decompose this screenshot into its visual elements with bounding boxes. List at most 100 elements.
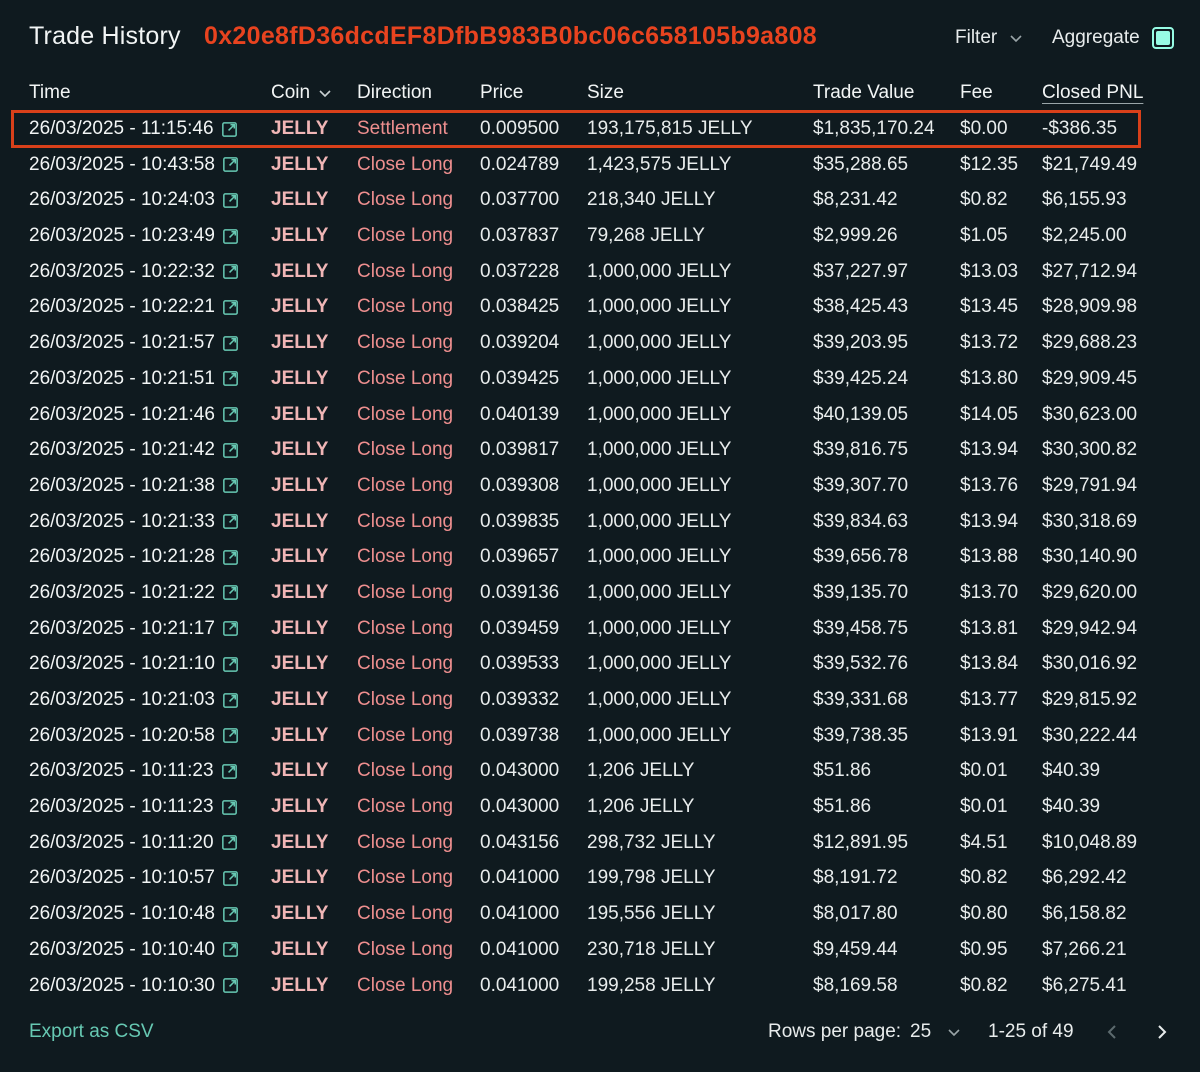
external-link-icon[interactable]: [220, 120, 239, 139]
external-link-icon[interactable]: [221, 940, 240, 959]
trade-coin[interactable]: JELLY: [271, 439, 328, 461]
external-link-icon[interactable]: [221, 155, 240, 174]
trade-coin[interactable]: JELLY: [271, 939, 328, 961]
external-link-icon[interactable]: [220, 798, 239, 817]
trade-time: 26/03/2025 - 10:23:49: [29, 225, 215, 247]
external-link-icon[interactable]: [220, 762, 239, 781]
trade-size: 1,000,000 JELLY: [587, 618, 731, 640]
column-header-closed-pnl[interactable]: Closed PNL: [1042, 82, 1143, 104]
trade-coin[interactable]: JELLY: [271, 618, 328, 640]
trade-coin[interactable]: JELLY: [271, 796, 328, 818]
trade-size: 1,000,000 JELLY: [587, 725, 731, 747]
trade-coin[interactable]: JELLY: [271, 725, 328, 747]
external-link-icon[interactable]: [221, 976, 240, 995]
external-link-icon[interactable]: [221, 441, 240, 460]
trade-fee: $0.00: [960, 118, 1008, 140]
external-link-icon[interactable]: [221, 334, 240, 353]
column-header-trade-value: Trade Value: [813, 82, 914, 104]
trade-fee: $0.80: [960, 903, 1008, 925]
trade-price: 0.037228: [480, 261, 559, 283]
external-link-icon[interactable]: [221, 619, 240, 638]
trade-value: $51.86: [813, 796, 871, 818]
trade-time-cell: 26/03/2025 - 10:21:38: [29, 475, 240, 497]
column-header-coin[interactable]: Coin: [271, 82, 332, 104]
trade-coin[interactable]: JELLY: [271, 582, 328, 604]
trade-direction: Close Long: [357, 903, 453, 925]
external-link-icon[interactable]: [221, 405, 240, 424]
external-link-icon[interactable]: [221, 905, 240, 924]
filter-dropdown[interactable]: Filter: [955, 27, 1023, 49]
trade-coin[interactable]: JELLY: [271, 261, 328, 283]
aggregate-checkbox[interactable]: [1152, 27, 1174, 49]
trade-coin[interactable]: JELLY: [271, 118, 328, 140]
external-link-icon[interactable]: [220, 833, 239, 852]
external-link-icon[interactable]: [221, 369, 240, 388]
trade-coin[interactable]: JELLY: [271, 832, 328, 854]
trade-fee: $0.01: [960, 760, 1008, 782]
trade-coin[interactable]: JELLY: [271, 689, 328, 711]
trade-closed-pnl: $40.39: [1042, 760, 1100, 782]
trade-coin[interactable]: JELLY: [271, 903, 328, 925]
trade-coin[interactable]: JELLY: [271, 368, 328, 390]
trade-coin[interactable]: JELLY: [271, 404, 328, 426]
external-link-icon[interactable]: [221, 512, 240, 531]
external-link-icon[interactable]: [221, 691, 240, 710]
trade-direction: Close Long: [357, 439, 453, 461]
trade-value: $39,203.95: [813, 332, 908, 354]
table-row: 26/03/2025 - 10:21:33JELLYClose Long0.03…: [0, 504, 1200, 540]
trade-coin[interactable]: JELLY: [271, 511, 328, 533]
trade-coin[interactable]: JELLY: [271, 867, 328, 889]
trade-fee: $0.01: [960, 796, 1008, 818]
trade-coin[interactable]: JELLY: [271, 332, 328, 354]
trade-time-cell: 26/03/2025 - 10:11:23: [29, 796, 239, 818]
trade-time-cell: 26/03/2025 - 10:21:17: [29, 618, 240, 640]
trade-coin[interactable]: JELLY: [271, 225, 328, 247]
external-link-icon[interactable]: [221, 191, 240, 210]
external-link-icon[interactable]: [221, 869, 240, 888]
external-link-icon[interactable]: [221, 583, 240, 602]
trade-fee: $13.45: [960, 296, 1018, 318]
external-link-icon[interactable]: [221, 227, 240, 246]
external-link-icon[interactable]: [221, 298, 240, 317]
trade-coin[interactable]: JELLY: [271, 475, 328, 497]
trade-time-cell: 26/03/2025 - 10:21:03: [29, 689, 240, 711]
external-link-icon[interactable]: [221, 655, 240, 674]
column-header-coin-label: Coin: [271, 82, 310, 104]
trade-price: 0.024789: [480, 154, 559, 176]
trade-coin[interactable]: JELLY: [271, 154, 328, 176]
trade-closed-pnl: $6,275.41: [1042, 975, 1127, 997]
chevron-left-icon[interactable]: [1104, 1023, 1120, 1041]
trade-coin[interactable]: JELLY: [271, 760, 328, 782]
trade-price: 0.039308: [480, 475, 559, 497]
trade-fee: $13.72: [960, 332, 1018, 354]
trade-coin[interactable]: JELLY: [271, 296, 328, 318]
trade-time: 26/03/2025 - 10:11:20: [29, 832, 214, 854]
export-csv-link[interactable]: Export as CSV: [29, 1021, 154, 1043]
trade-value: $38,425.43: [813, 296, 908, 318]
external-link-icon[interactable]: [221, 476, 240, 495]
trade-value: $40,139.05: [813, 404, 908, 426]
trade-direction: Close Long: [357, 189, 453, 211]
table-row: 26/03/2025 - 10:21:10JELLYClose Long0.03…: [0, 646, 1200, 682]
trade-direction: Close Long: [357, 546, 453, 568]
trade-time: 26/03/2025 - 10:20:58: [29, 725, 215, 747]
trade-coin[interactable]: JELLY: [271, 975, 328, 997]
trade-coin[interactable]: JELLY: [271, 653, 328, 675]
trade-size: 1,000,000 JELLY: [587, 653, 731, 675]
trade-fee: $13.84: [960, 653, 1018, 675]
trade-time: 26/03/2025 - 10:11:23: [29, 796, 214, 818]
table-row: 26/03/2025 - 10:10:48JELLYClose Long0.04…: [0, 896, 1200, 932]
rows-per-page-select[interactable]: 25: [910, 1021, 961, 1043]
external-link-icon[interactable]: [221, 726, 240, 745]
trade-coin[interactable]: JELLY: [271, 189, 328, 211]
trade-value: $39,135.70: [813, 582, 908, 604]
trade-time: 26/03/2025 - 10:21:10: [29, 653, 215, 675]
external-link-icon[interactable]: [221, 262, 240, 281]
trade-direction: Close Long: [357, 975, 453, 997]
chevron-right-icon[interactable]: [1154, 1023, 1170, 1041]
table-row: 26/03/2025 - 10:11:23JELLYClose Long0.04…: [0, 789, 1200, 825]
trade-price: 0.040139: [480, 404, 559, 426]
trade-coin[interactable]: JELLY: [271, 546, 328, 568]
trade-direction: Close Long: [357, 154, 453, 176]
external-link-icon[interactable]: [221, 548, 240, 567]
